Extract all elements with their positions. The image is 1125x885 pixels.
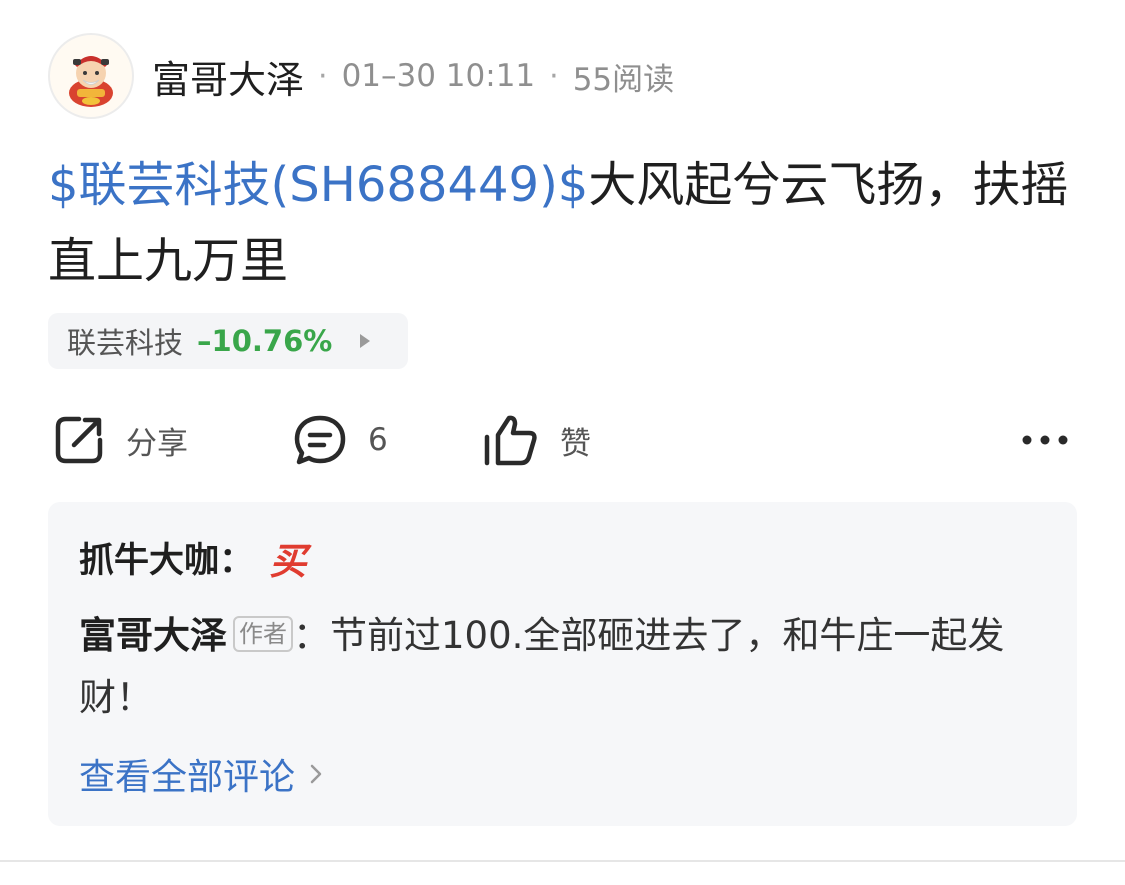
like-button[interactable]: 赞 bbox=[482, 408, 591, 472]
share-button[interactable]: 分享 bbox=[52, 408, 188, 472]
like-label: 赞 bbox=[560, 425, 591, 462]
stock-name: 联芸科技 bbox=[67, 326, 184, 360]
panel-header: 抓牛大咖： 买 bbox=[79, 532, 310, 583]
post-content: $联芸科技(SH688449)$大风起兮云飞扬，扶摇直上九万里 bbox=[48, 147, 1078, 299]
view-all-comments-link[interactable]: 查看全部评论 bbox=[79, 749, 323, 799]
meta-separator: · bbox=[549, 58, 559, 94]
chip-arrow-icon bbox=[360, 334, 371, 348]
divider bbox=[0, 860, 1125, 862]
top-comment-panel: 抓牛大咖： 买 富哥大泽 作者 ：节前过100.全部砸进去了，和牛庄一起发财！ 查看… bbox=[48, 502, 1077, 826]
action-bar: 分享 6 赞 bbox=[0, 408, 1125, 472]
avatar-god-of-wealth-icon bbox=[69, 56, 113, 107]
read-count: 55阅读 bbox=[572, 61, 675, 98]
post-meta: 富哥大泽 · 01–30 10:11 · 55阅读 bbox=[152, 49, 674, 104]
comment-colon: ： bbox=[293, 614, 330, 657]
author-name[interactable]: 富哥大泽 bbox=[152, 49, 304, 104]
meta-separator: · bbox=[318, 58, 328, 94]
thumbs-up-icon bbox=[484, 415, 537, 466]
view-all-label: 查看全部评论 bbox=[79, 757, 296, 798]
post-card: 富哥大泽 · 01–30 10:11 · 55阅读 $联芸科技(SH688449… bbox=[0, 0, 1125, 885]
buy-badge: 买 bbox=[269, 539, 307, 583]
share-icon bbox=[55, 416, 103, 464]
chevron-right-icon bbox=[310, 764, 322, 784]
comment-author[interactable]: 富哥大泽 bbox=[79, 614, 227, 657]
more-button[interactable] bbox=[1015, 408, 1075, 472]
stock-tag-link[interactable]: $联芸科技(SH688449)$ bbox=[48, 157, 588, 213]
post-time: 01–30 10:11 bbox=[341, 58, 536, 94]
panel-title: 抓牛大咖： bbox=[79, 541, 255, 581]
author-tag-badge: 作者 bbox=[233, 616, 293, 652]
share-label: 分享 bbox=[126, 425, 188, 462]
stock-change: –10.76% bbox=[197, 324, 333, 358]
stock-quote-chip[interactable]: 联芸科技 –10.76% bbox=[48, 313, 408, 369]
avatar[interactable] bbox=[48, 33, 134, 119]
comment-button[interactable]: 6 bbox=[292, 408, 388, 472]
comment-count: 6 bbox=[368, 422, 388, 458]
post-header: 富哥大泽 · 01–30 10:11 · 55阅读 bbox=[48, 31, 674, 121]
featured-comment[interactable]: 富哥大泽 作者 ：节前过100.全部砸进去了，和牛庄一起发财！ bbox=[79, 605, 1054, 729]
comment-bubble-icon bbox=[294, 415, 346, 465]
more-dots-icon bbox=[1022, 435, 1068, 445]
